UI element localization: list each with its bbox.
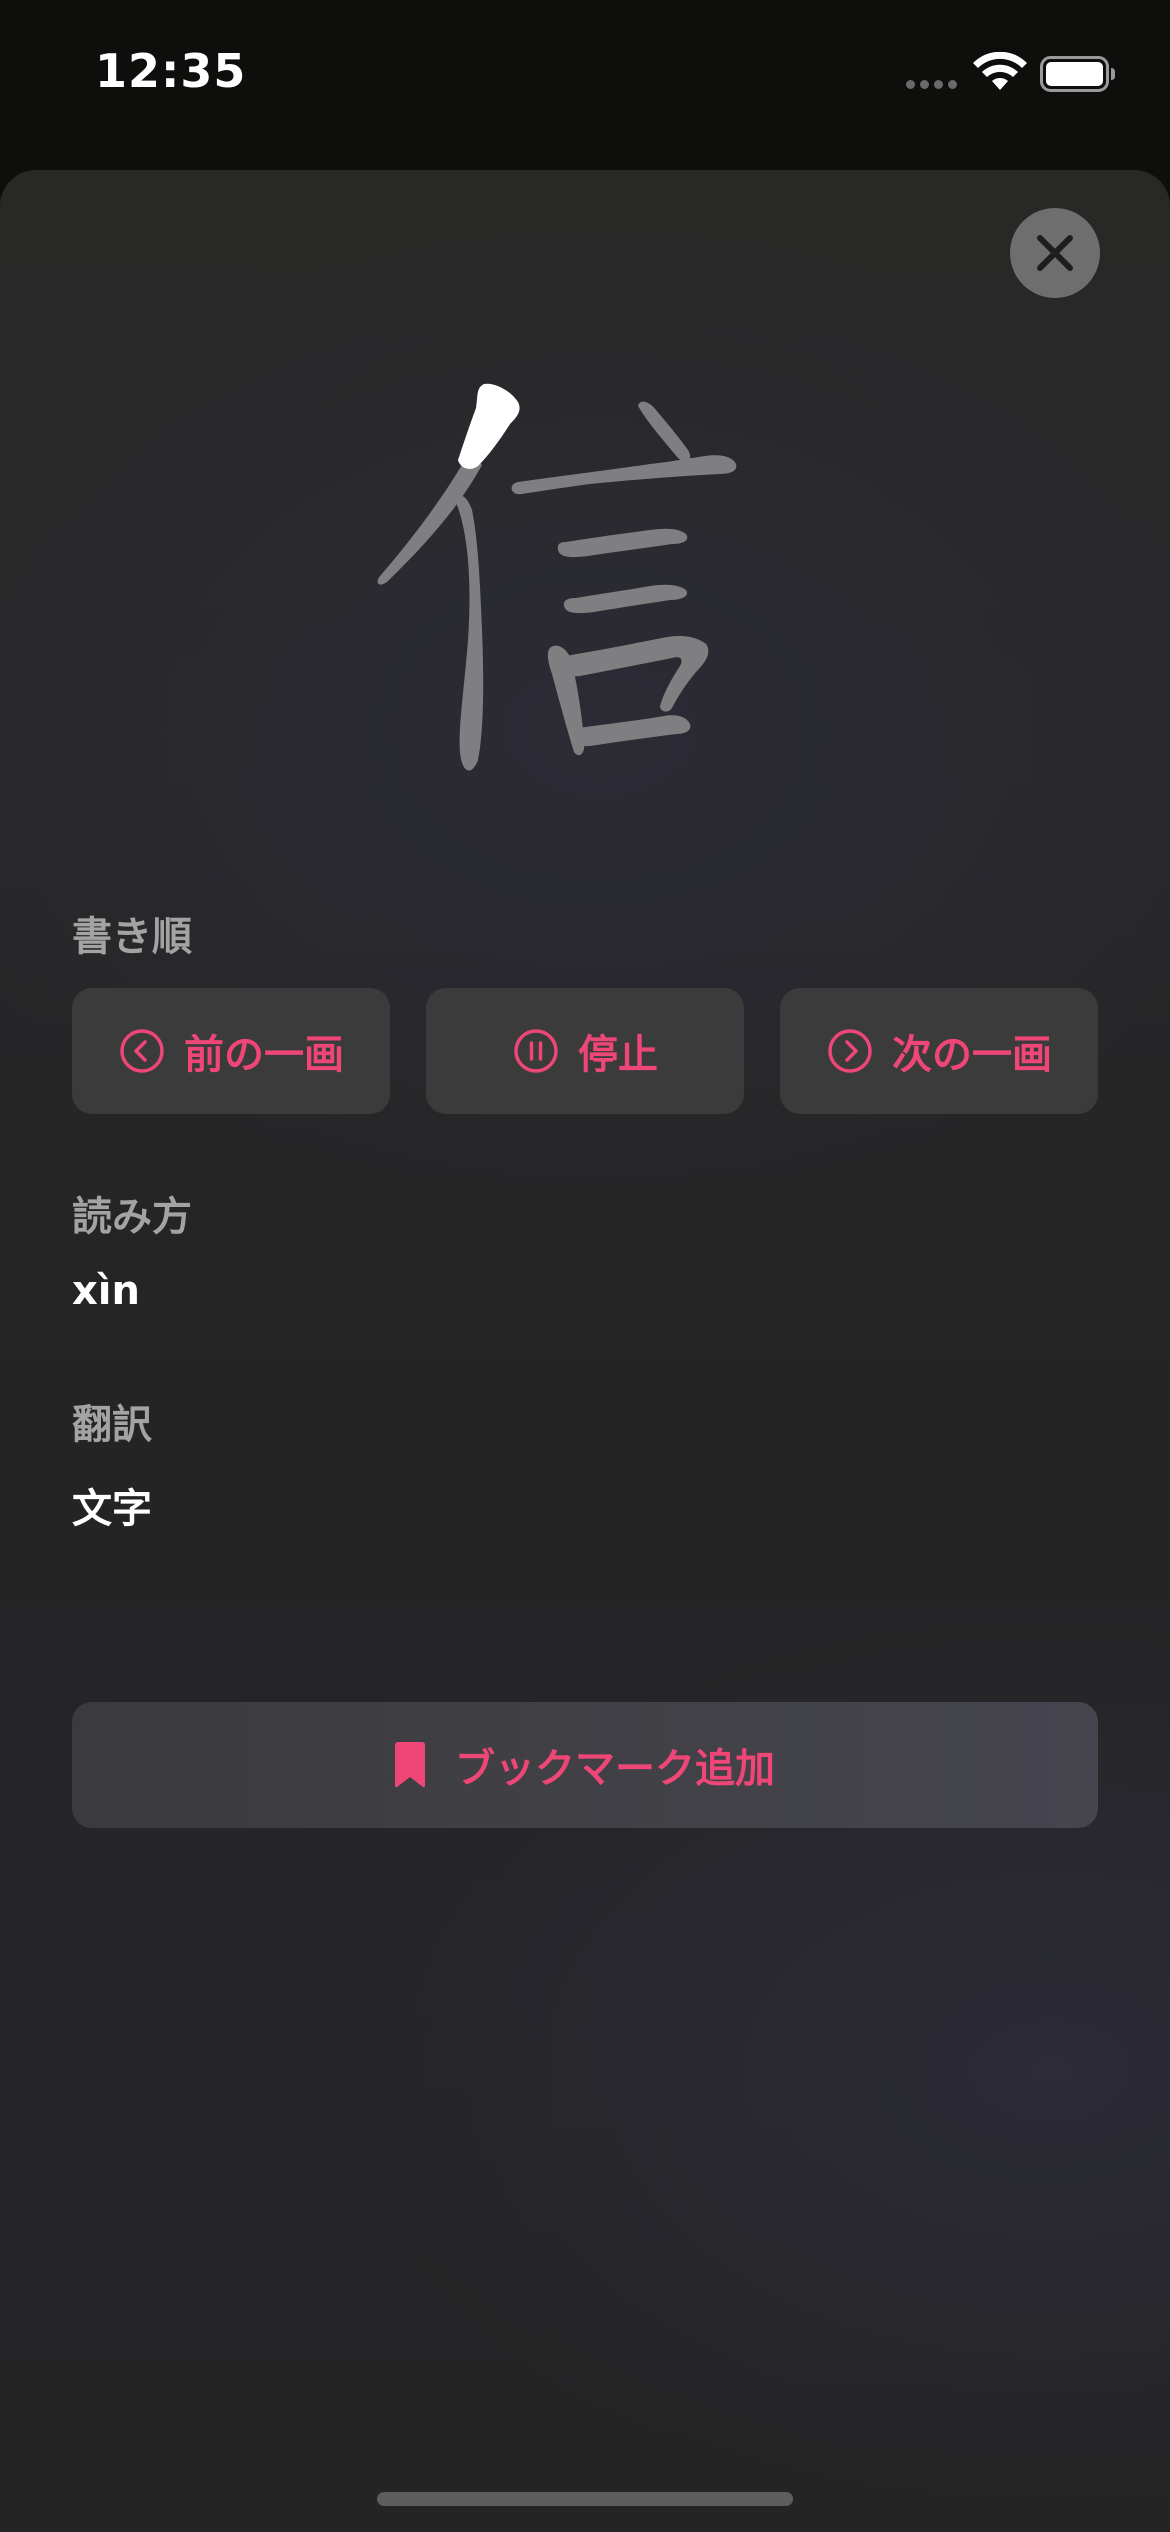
close-button[interactable]	[1010, 208, 1100, 298]
home-indicator[interactable]	[377, 2492, 793, 2506]
close-icon	[1037, 235, 1073, 271]
app-screen: 12:35 信	[0, 0, 1170, 2532]
character-stroke-animation: 信	[377, 383, 737, 771]
pause-label: 停止	[578, 1032, 658, 1078]
pause-button[interactable]: 停止	[426, 988, 744, 1114]
previous-stroke-button[interactable]: 前の一画	[72, 988, 390, 1114]
translation-label: 翻訳	[72, 1402, 152, 1448]
cellular-signal-icon	[906, 80, 960, 90]
next-stroke-label: 次の一画	[892, 1032, 1052, 1078]
status-time: 12:35	[95, 44, 247, 98]
previous-stroke-label: 前の一画	[184, 1032, 344, 1078]
reading-label: 読み方	[72, 1194, 192, 1240]
wifi-icon	[973, 52, 1027, 90]
pause-circle-icon	[514, 1029, 558, 1073]
bookmark-icon	[395, 1742, 425, 1788]
battery-icon	[1040, 56, 1115, 92]
next-stroke-button[interactable]: 次の一画	[780, 988, 1098, 1114]
chevron-left-circle-icon	[120, 1029, 164, 1073]
reading-value: xìn	[72, 1268, 140, 1314]
status-bar: 12:35	[0, 0, 1170, 150]
add-bookmark-label: ブックマーク追加	[455, 1746, 775, 1792]
translation-value: 文字	[72, 1486, 152, 1532]
character-detail-sheet: 信	[0, 170, 1170, 2532]
chevron-right-circle-icon	[828, 1029, 872, 1073]
stroke-order-label: 書き順	[72, 914, 192, 960]
add-bookmark-button[interactable]: ブックマーク追加	[72, 1702, 1098, 1828]
